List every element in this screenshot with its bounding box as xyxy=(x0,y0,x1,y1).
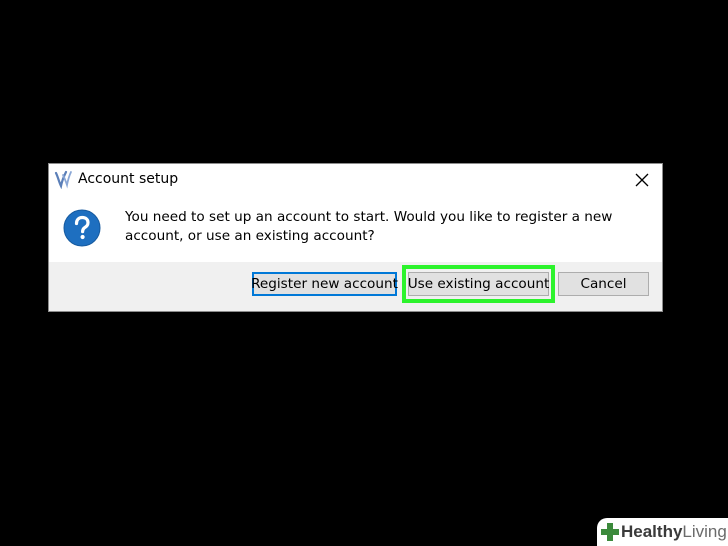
account-setup-dialog: Account setup You need to set up an acco… xyxy=(48,163,663,312)
plus-cross-icon xyxy=(601,523,619,541)
use-existing-account-button[interactable]: Use existing account xyxy=(408,272,549,296)
dialog-titlebar: Account setup xyxy=(49,164,662,195)
watermark-brand-light: Living xyxy=(682,522,727,541)
screen: Account setup You need to set up an acco… xyxy=(0,0,728,546)
close-button[interactable] xyxy=(622,164,662,195)
close-icon xyxy=(635,173,649,186)
app-logo-icon xyxy=(54,170,72,189)
dialog-message: You need to set up an account to start. … xyxy=(125,209,613,244)
watermark-brand: HealthyLiving xyxy=(621,522,727,542)
cancel-button[interactable]: Cancel xyxy=(558,272,649,296)
dialog-button-bar: Register new account Use existing accoun… xyxy=(49,262,662,311)
register-new-account-button[interactable]: Register new account xyxy=(251,272,398,296)
watermark: HealthyLiving xyxy=(597,518,728,546)
question-icon xyxy=(63,209,101,247)
dialog-title: Account setup xyxy=(78,171,179,187)
watermark-brand-bold: Healthy xyxy=(621,522,683,541)
dialog-content: You need to set up an account to start. … xyxy=(49,195,662,262)
